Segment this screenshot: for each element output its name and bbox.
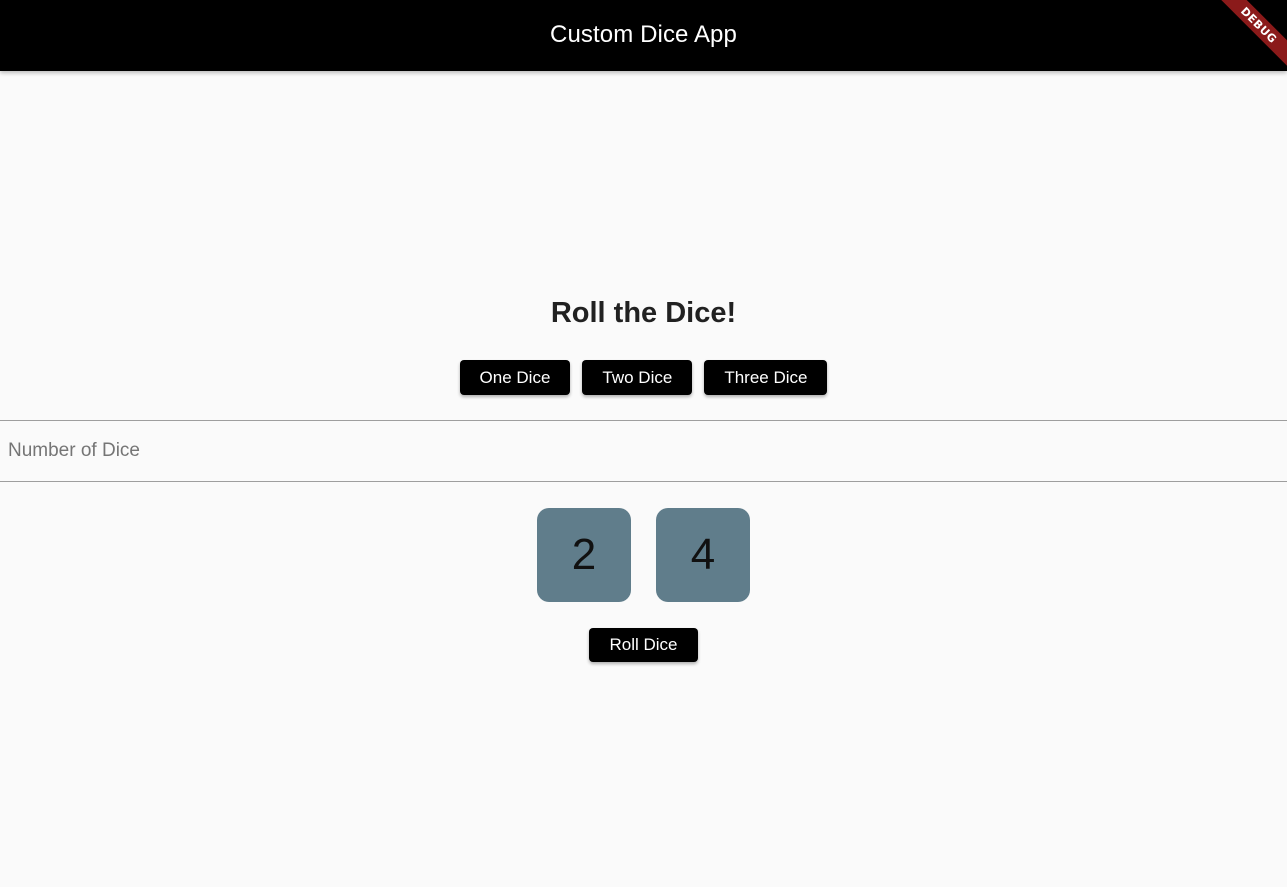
two-dice-button[interactable]: Two Dice bbox=[582, 360, 693, 395]
dice-app: Custom Dice App DEBUG Roll the Dice! One… bbox=[0, 0, 1287, 887]
dice-count-input[interactable] bbox=[0, 421, 1287, 481]
app-title: Custom Dice App bbox=[550, 20, 737, 48]
app-bar: Custom Dice App bbox=[0, 0, 1287, 71]
roll-button-container: Roll Dice bbox=[0, 628, 1287, 662]
preset-button-row: One Dice Two Dice Three Dice bbox=[0, 360, 1287, 395]
dice-count-field bbox=[0, 420, 1287, 482]
die-face: 4 bbox=[656, 508, 750, 602]
page-heading: Roll the Dice! bbox=[550, 297, 737, 329]
roll-dice-button[interactable]: Roll Dice bbox=[589, 628, 698, 662]
three-dice-button[interactable]: Three Dice bbox=[704, 360, 828, 395]
dice-row: 2 4 bbox=[0, 508, 1287, 602]
die-face: 2 bbox=[537, 508, 631, 602]
one-dice-button[interactable]: One Dice bbox=[459, 360, 571, 395]
